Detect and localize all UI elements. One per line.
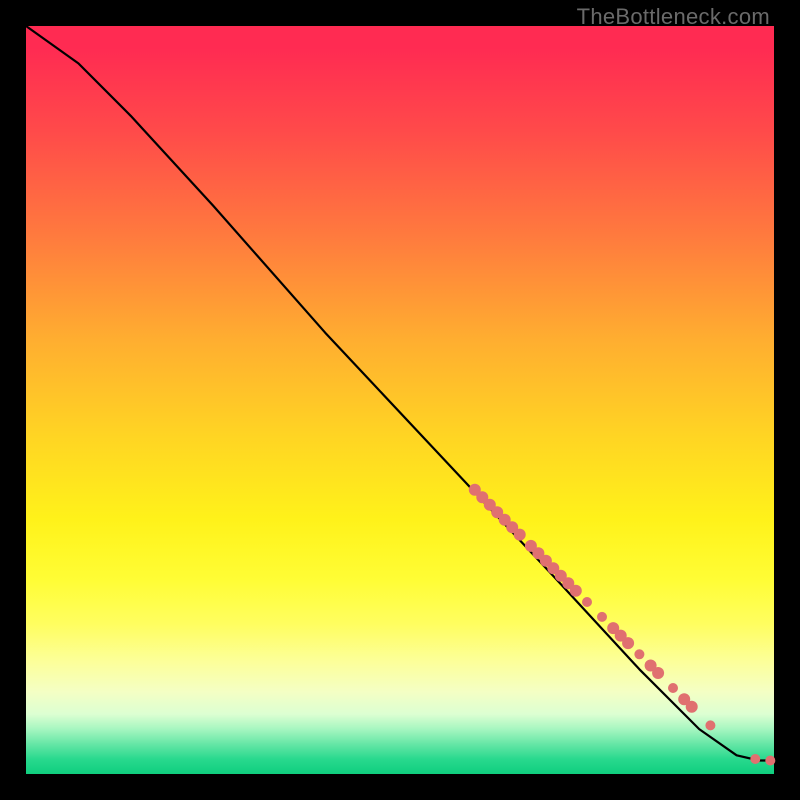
data-marker [705,720,715,730]
data-marker [582,597,592,607]
data-marker [622,637,634,649]
data-marker [750,754,760,764]
chart-frame: TheBottleneck.com [0,0,800,800]
data-marker [514,529,526,541]
data-marker [570,585,582,597]
marker-group [469,484,776,766]
data-marker [686,701,698,713]
data-marker [652,667,664,679]
curve-line [26,26,774,761]
data-marker [634,649,644,659]
data-marker [668,683,678,693]
data-marker [765,756,775,766]
chart-overlay [26,26,774,774]
data-marker [597,612,607,622]
